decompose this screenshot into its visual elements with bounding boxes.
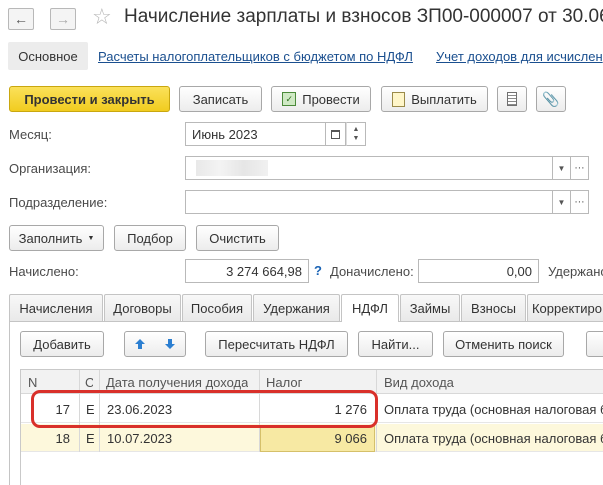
arrow-down-icon[interactable] [160,334,180,354]
pick-label: Подбор [127,230,173,246]
row-n: 18 [55,430,70,446]
pick-button[interactable]: Подбор [114,225,186,251]
col-header-kind[interactable]: Вид дохода [384,370,454,394]
pay-label: Выплатить [411,91,477,107]
post-label: Провести [302,91,360,107]
open-icon: ⋯ [574,196,585,208]
tab-label: Взносы [471,300,516,316]
tab-label: Договоры [113,300,172,316]
accrued-label: Начислено: [9,264,79,279]
department-field[interactable] [185,190,553,214]
help-icon[interactable]: ? [314,263,322,278]
tab-main[interactable]: Основное [8,42,88,70]
extra-accrued-label: Доначислено: [330,264,414,279]
link-income-accounting[interactable]: Учет доходов для исчислен [436,49,603,64]
cancel-search-button[interactable]: Отменить поиск [443,331,564,357]
organization-blurred [196,160,268,176]
cancel-search-label: Отменить поиск [455,336,552,352]
pay-icon [392,91,406,107]
accrued-field: 3 274 664,98 [185,259,309,283]
pay-button[interactable]: Выплатить [381,86,488,112]
tab-label: НДФЛ [352,301,388,316]
back-button[interactable]: ← [8,8,34,30]
tab-ndfl[interactable]: НДФЛ [341,294,399,322]
more-button[interactable] [586,331,603,357]
accrued-value: 3 274 664,98 [226,263,302,279]
post-button[interactable]: ✓ Провести [271,86,371,112]
highlight-box [31,390,378,428]
forward-button[interactable]: → [50,8,76,30]
chevron-down-icon: ▼ [557,197,566,207]
tab-contracts[interactable]: Договоры [104,294,181,321]
save-label: Записать [192,91,249,107]
tab-main-label: Основное [18,48,78,64]
row-c: Е [86,430,94,446]
tab-label: Займы [409,300,451,316]
clear-button[interactable]: Очистить [196,225,279,251]
favorite-star-icon[interactable]: ☆ [92,4,112,30]
tab-deductions[interactable]: Удержания [253,294,340,321]
link-ndfl-budget[interactable]: Расчеты налогоплательщиков с бюджетом по… [98,49,413,64]
tab-label: Начисления [19,300,93,316]
department-open-button[interactable]: ⋯ [571,190,589,214]
post-icon: ✓ [282,92,297,106]
arrow-up-icon[interactable] [130,334,150,354]
tab-label: Удержания [263,300,330,316]
calendar-icon [331,129,340,139]
month-label: Месяц: [9,127,52,142]
clear-label: Очистить [209,230,266,246]
row-kind: Оплата труда (основная налоговая б [384,430,603,446]
extra-accrued-field: 0,00 [418,259,539,283]
recalc-ndfl-label: Пересчитать НДФЛ [218,336,335,352]
find-label: Найти... [371,336,420,352]
add-row-label: Добавить [33,336,91,352]
calendar-button[interactable] [326,122,346,146]
row-kind: Оплата труда (основная налоговая б [384,401,603,417]
open-icon: ⋯ [574,162,585,174]
tab-label: Пособия [190,300,244,316]
row-tax: 9 066 [334,430,367,446]
month-value: Июнь 2023 [192,126,258,142]
recalc-ndfl-button[interactable]: Пересчитать НДФЛ [205,331,348,357]
extra-accrued-value: 0,00 [506,263,532,279]
fill-label: Заполнить [18,230,83,246]
tab-benefits[interactable]: Пособия [182,294,252,321]
document-list-icon [507,92,517,106]
withheld-label: Удержано [548,264,603,279]
month-field[interactable]: Июнь 2023 [185,122,326,146]
tab-accruals[interactable]: Начисления [9,294,103,321]
stepper-up-icon[interactable]: ▲ [353,125,360,134]
fill-button[interactable]: Заполнить ▼ [9,225,104,251]
attach-button[interactable]: 📎 [536,86,566,112]
report-button[interactable] [497,86,527,112]
chevron-down-icon: ▼ [87,234,95,242]
save-button[interactable]: Записать [179,86,262,112]
organization-label: Организация: [9,161,92,176]
department-label: Подразделение: [9,195,108,210]
arrow-left-icon: ← [14,11,28,27]
tab-corrections[interactable]: Корректиро [527,294,603,321]
post-and-close-button[interactable]: Провести и закрыть [9,86,170,112]
organization-dropdown-button[interactable]: ▼ [553,156,571,180]
month-stepper[interactable]: ▲ ▼ [346,122,366,146]
department-dropdown-button[interactable]: ▼ [553,190,571,214]
arrow-right-icon: → [56,11,70,27]
find-button[interactable]: Найти... [358,331,433,357]
post-and-close-label: Провести и закрыть [24,91,155,107]
window-title: Начисление зарплаты и взносов ЗП00-00000… [124,6,603,27]
stepper-down-icon[interactable]: ▼ [353,134,360,143]
tab-label: Корректиро [531,300,602,316]
add-row-button[interactable]: Добавить [20,331,104,357]
chevron-down-icon: ▼ [557,163,566,173]
tab-contributions[interactable]: Взносы [461,294,526,321]
organization-open-button[interactable]: ⋯ [571,156,589,180]
paperclip-icon: 📎 [542,90,560,107]
move-buttons [124,331,186,357]
row-date: 10.07.2023 [107,430,173,446]
tab-loans[interactable]: Займы [400,294,460,321]
